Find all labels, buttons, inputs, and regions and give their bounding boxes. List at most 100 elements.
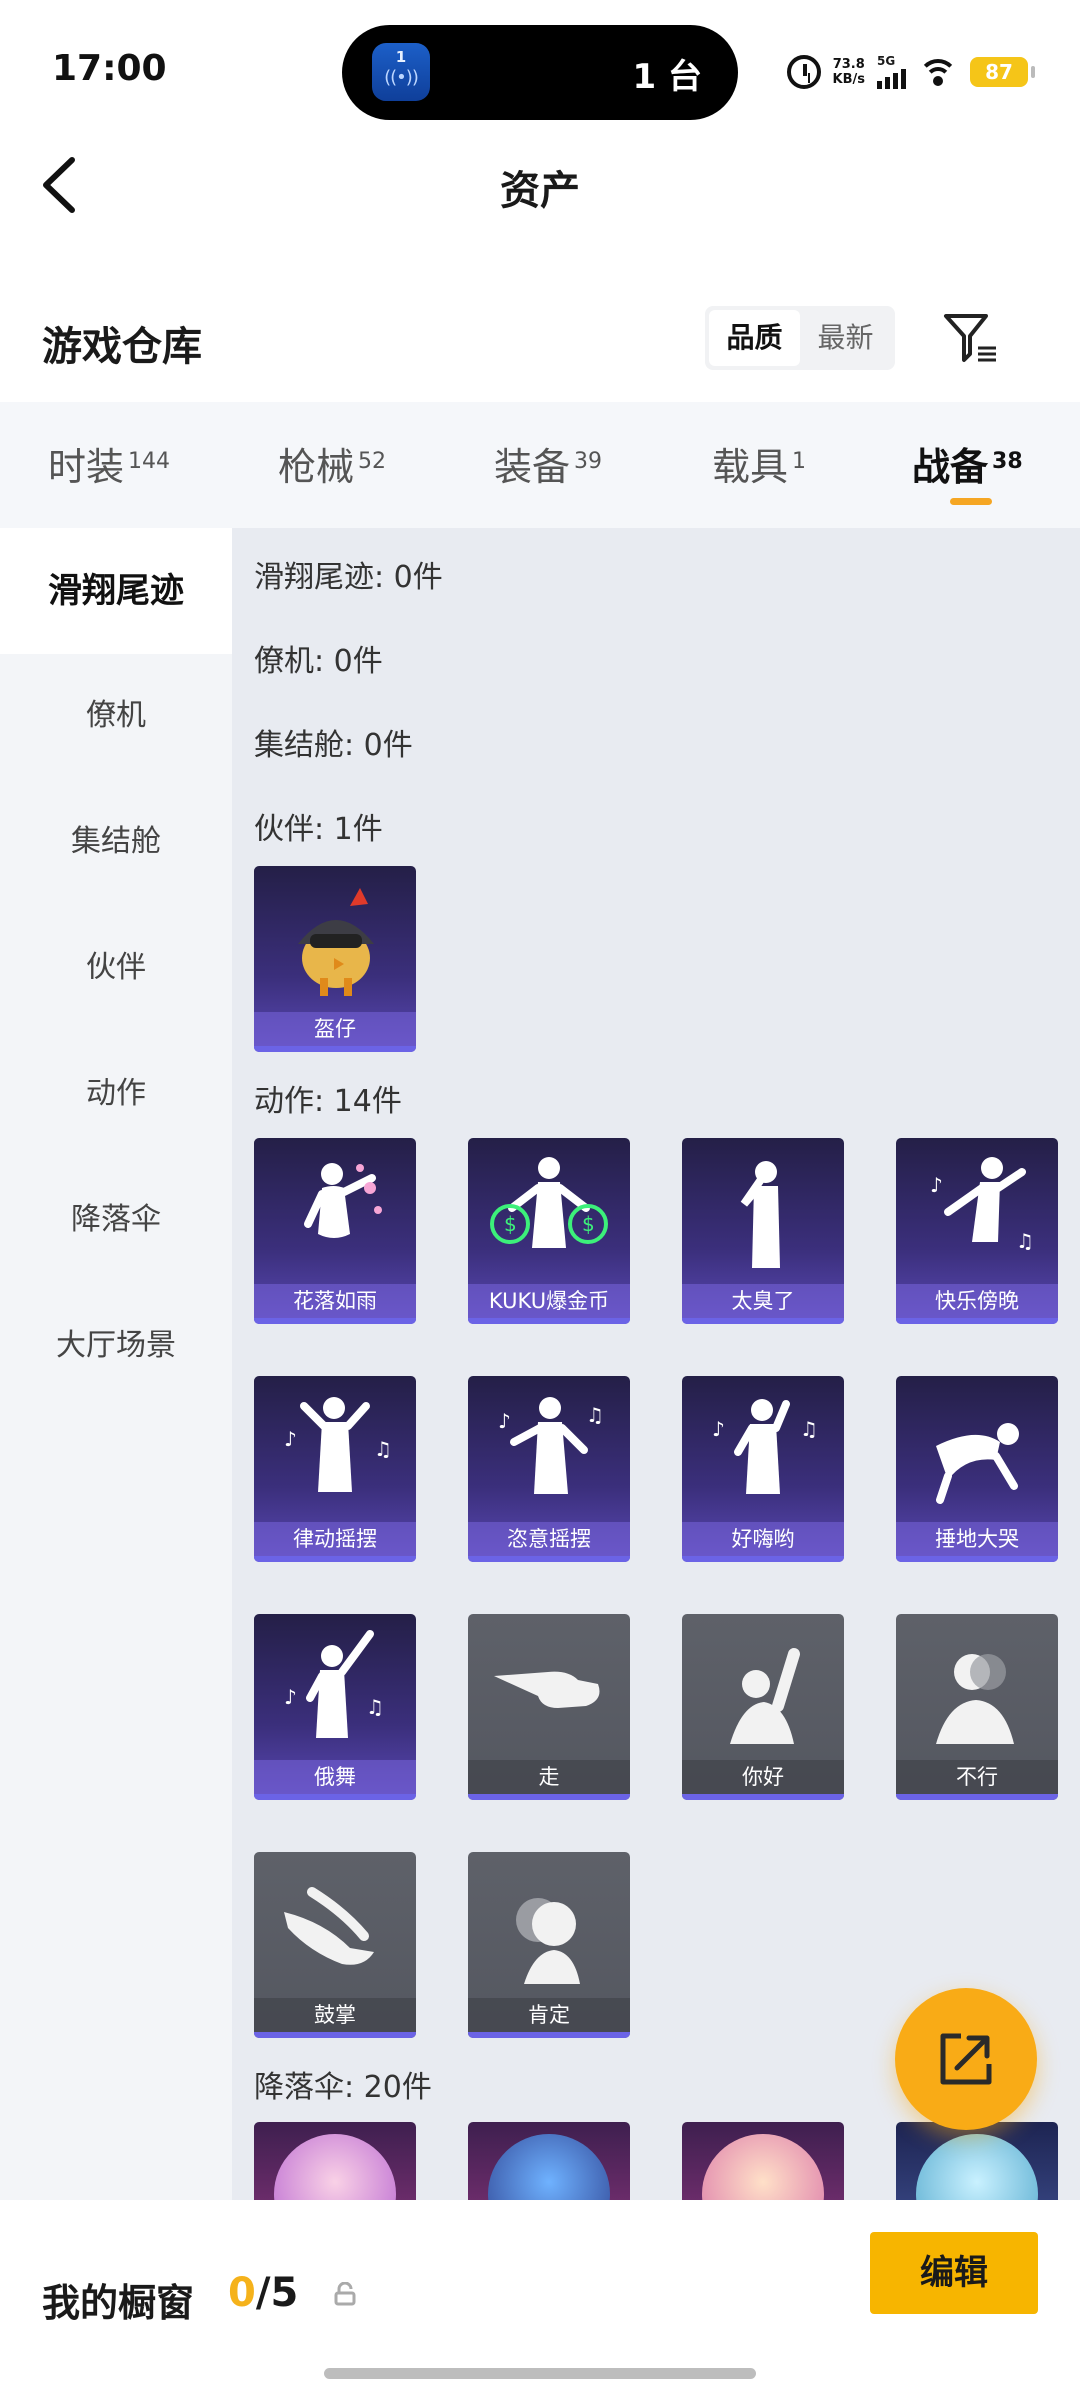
svg-text:♫: ♫ bbox=[374, 1437, 392, 1461]
item-card[interactable]: 你好 bbox=[682, 1614, 844, 1800]
item-name: KUKU爆金币 bbox=[468, 1284, 630, 1318]
sidebar-item-emotes[interactable]: 动作 bbox=[0, 1068, 232, 1112]
parachute-icon bbox=[916, 2134, 1038, 2200]
parachute-card[interactable] bbox=[254, 2122, 416, 2200]
parachute-icon bbox=[274, 2134, 396, 2200]
rarity-stripe bbox=[682, 1318, 844, 1324]
sort-quality-button[interactable]: 品质 bbox=[709, 310, 800, 366]
item-card[interactable]: 鼓掌 bbox=[254, 1852, 416, 2038]
item-card[interactable]: 盔仔 bbox=[254, 866, 416, 1052]
sidebar-item-partner[interactable]: 伙伴 bbox=[0, 942, 232, 986]
item-card[interactable]: 太臭了 bbox=[682, 1138, 844, 1324]
svg-text:♫: ♫ bbox=[366, 1695, 384, 1719]
item-name: 花落如雨 bbox=[254, 1284, 416, 1318]
item-card[interactable]: 不行 bbox=[896, 1614, 1058, 1800]
sidebar-item-lobby-scene[interactable]: 大厅场景 bbox=[0, 1320, 232, 1364]
net-speed-unit: KB/s bbox=[832, 72, 865, 87]
waving-icon bbox=[730, 1648, 800, 1744]
tab-count: 52 bbox=[358, 449, 387, 474]
island-text: 1 台 bbox=[632, 57, 703, 97]
item-name: 捶地大哭 bbox=[896, 1522, 1058, 1556]
item-name: 律动摇摆 bbox=[254, 1522, 416, 1556]
parachute-card[interactable] bbox=[468, 2122, 630, 2200]
wifi-icon bbox=[918, 57, 958, 87]
item-card[interactable]: $ $ KUKU爆金币 bbox=[468, 1138, 630, 1324]
warehouse-title: 游戏仓库 bbox=[42, 324, 202, 370]
dynamic-island[interactable]: 1 ((•)) 1 台 bbox=[342, 25, 738, 120]
share-button[interactable] bbox=[895, 1988, 1037, 2130]
filter-button[interactable] bbox=[940, 308, 1000, 368]
item-name: 好嗨哟 bbox=[682, 1522, 844, 1556]
item-name: 你好 bbox=[682, 1760, 844, 1794]
sidebar-item-wingman[interactable]: 僚机 bbox=[0, 690, 232, 734]
tab-fashion[interactable]: 时装 144 bbox=[48, 436, 170, 491]
item-card[interactable]: 肯定 bbox=[468, 1852, 630, 2038]
tab-vehicles[interactable]: 载具 1 bbox=[712, 436, 806, 491]
tab-label: 时装 bbox=[48, 445, 125, 489]
item-card[interactable]: ♪ ♫ 律动摇摆 bbox=[254, 1376, 416, 1562]
section-glide-trail: 滑翔尾迹: 0件 bbox=[254, 560, 443, 595]
parachute-card[interactable] bbox=[896, 2122, 1058, 2200]
item-card[interactable]: ♪ ♫ 俄舞 bbox=[254, 1614, 416, 1800]
rarity-stripe bbox=[254, 2032, 416, 2038]
svg-text:♪: ♪ bbox=[930, 1173, 943, 1197]
tab-label: 枪械 bbox=[278, 445, 355, 489]
rarity-stripe bbox=[682, 1556, 844, 1562]
money-bag-icon: $ $ bbox=[490, 1157, 608, 1248]
item-list[interactable]: 滑翔尾迹: 0件 僚机: 0件 集结舱: 0件 伙伴: 1件 盔仔 动作: 14… bbox=[232, 528, 1080, 2200]
showcase-count: 0/5 bbox=[228, 2270, 298, 2316]
section-wingman: 僚机: 0件 bbox=[254, 644, 383, 679]
parachute-icon bbox=[488, 2134, 610, 2200]
svg-text:♫: ♫ bbox=[586, 1403, 604, 1427]
sidebar-item-glide-trail[interactable]: 滑翔尾迹 bbox=[0, 528, 232, 654]
item-card[interactable]: ♪ ♫ 快乐傍晚 bbox=[896, 1138, 1058, 1324]
tab-count: 144 bbox=[128, 449, 171, 474]
signal-icon: 5G bbox=[877, 55, 906, 89]
tab-label: 载具 bbox=[712, 445, 789, 489]
rarity-stripe bbox=[254, 1556, 416, 1562]
showcase-label: 我的橱窗 bbox=[42, 2281, 195, 2325]
item-card[interactable]: ♪ ♫ 恣意摇摆 bbox=[468, 1376, 630, 1562]
parachute-card[interactable] bbox=[682, 2122, 844, 2200]
item-name: 盔仔 bbox=[254, 1012, 416, 1046]
status-icons: 73.8 KB/s 5G 87 bbox=[786, 52, 1035, 92]
item-card[interactable]: 走 bbox=[468, 1614, 630, 1800]
status-bar: 17:00 1 ((•)) 1 台 73.8 KB/s 5G 87 bbox=[0, 0, 1080, 130]
pointing-hand-icon bbox=[494, 1671, 600, 1708]
sidebar-item-assembly-pod[interactable]: 集结舱 bbox=[0, 816, 232, 860]
rarity-stripe bbox=[468, 1318, 630, 1324]
rarity-stripe bbox=[254, 1046, 416, 1052]
item-name: 快乐傍晚 bbox=[896, 1284, 1058, 1318]
svg-text:♪: ♪ bbox=[498, 1409, 511, 1433]
item-card[interactable]: ♪ ♫ 好嗨哟 bbox=[682, 1376, 844, 1562]
rarity-stripe bbox=[254, 1794, 416, 1800]
tab-equipment[interactable]: 装备 39 bbox=[494, 436, 602, 491]
sort-newest-button[interactable]: 最新 bbox=[800, 310, 891, 366]
tab-count: 38 bbox=[992, 449, 1023, 474]
tab-label: 战备 bbox=[912, 445, 989, 489]
svg-text:♪: ♪ bbox=[284, 1427, 297, 1451]
section-parachute: 降落伞: 20件 bbox=[254, 2070, 432, 2105]
rarity-stripe bbox=[896, 1318, 1058, 1324]
clapping-icon bbox=[284, 1887, 374, 1965]
battery-icon: 87 bbox=[970, 57, 1035, 87]
tab-count: 39 bbox=[574, 449, 603, 474]
item-card[interactable]: 捶地大哭 bbox=[896, 1376, 1058, 1562]
section-partner: 伙伴: 1件 bbox=[254, 812, 383, 847]
home-indicator[interactable] bbox=[324, 2368, 756, 2379]
crying-floor-icon bbox=[936, 1423, 1019, 1504]
edit-button[interactable]: 编辑 bbox=[870, 2232, 1038, 2314]
svg-text:♪: ♪ bbox=[712, 1417, 725, 1441]
groove-dance-icon: ♪ ♫ bbox=[284, 1397, 392, 1492]
sidebar-item-parachute[interactable]: 降落伞 bbox=[0, 1194, 232, 1238]
item-name: 肯定 bbox=[468, 1998, 630, 2032]
tab-label: 装备 bbox=[494, 445, 571, 489]
item-card[interactable]: 花落如雨 bbox=[254, 1138, 416, 1324]
rarity-stripe bbox=[468, 1556, 630, 1562]
happy-dance-icon: ♪♫ bbox=[930, 1157, 1034, 1253]
tab-battle-gear[interactable]: 战备 38 bbox=[912, 436, 1023, 491]
tab-weapons[interactable]: 枪械 52 bbox=[278, 436, 386, 491]
broadcast-icon: 1 ((•)) bbox=[372, 43, 430, 101]
item-name: 恣意摇摆 bbox=[468, 1522, 630, 1556]
filter-icon bbox=[944, 314, 996, 362]
